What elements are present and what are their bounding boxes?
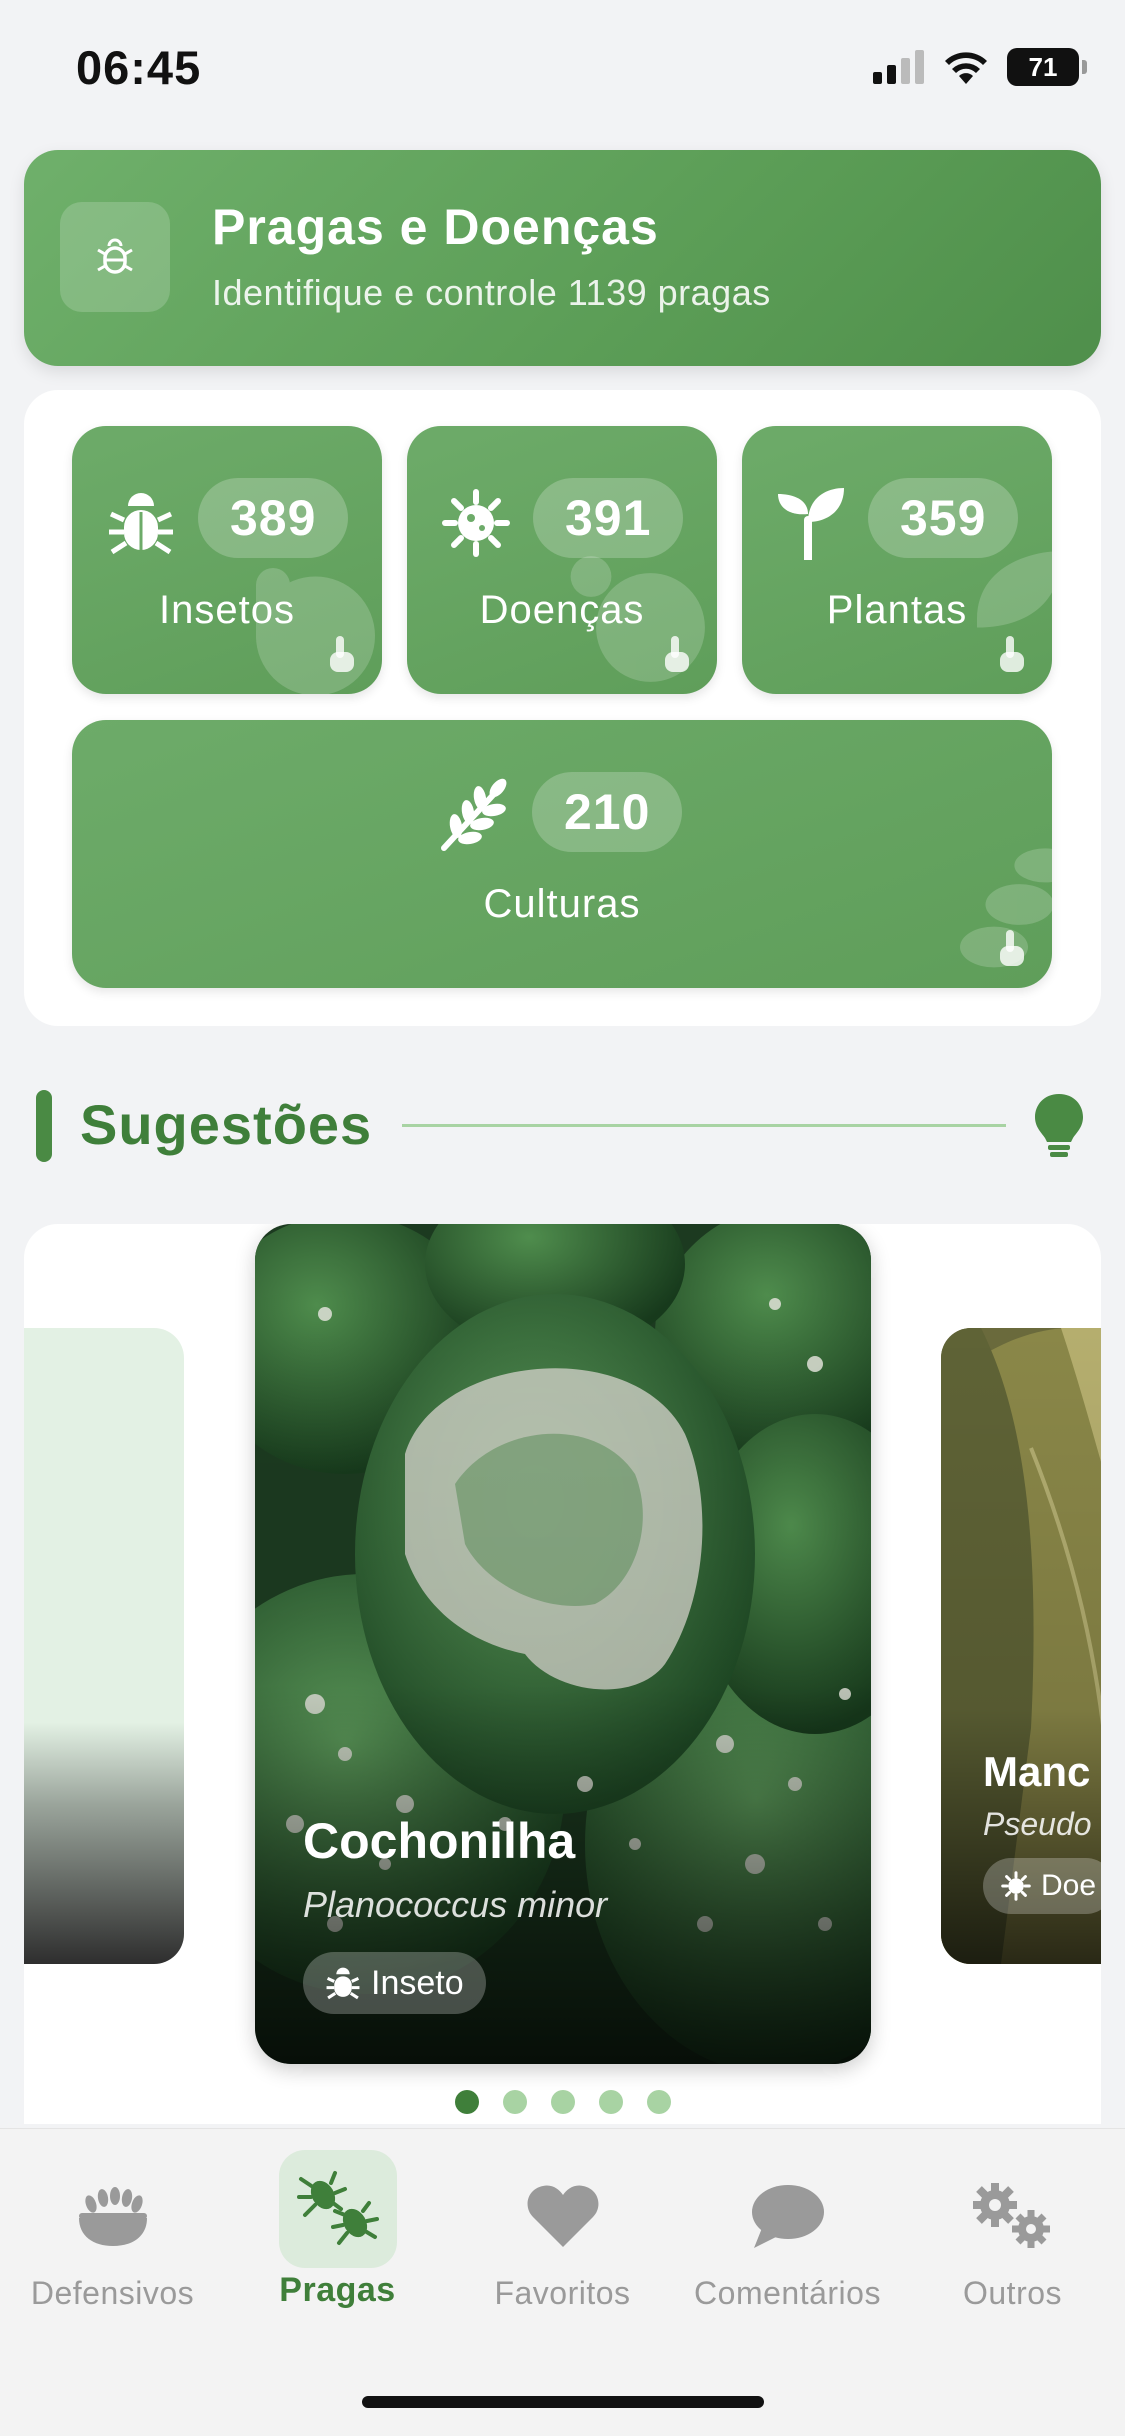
- category-tile-plantas[interactable]: 359 Plantas: [742, 426, 1052, 694]
- suggestions-carousel[interactable]: Cochonilha Planococcus minor Inseto Manc…: [24, 1224, 1101, 2124]
- nav-label: Outros: [962, 2275, 1063, 2311]
- carousel-pagination: [0, 2090, 1125, 2114]
- pagination-dot[interactable]: [454, 2090, 479, 2114]
- suggestion-type-badge: Inseto: [303, 1952, 486, 2014]
- bug-icon: [326, 1967, 360, 2000]
- header-card: Pragas e Doenças Identifique e controle …: [24, 150, 1101, 366]
- suggestion-scientific-name: Pseudo: [983, 1806, 1092, 1842]
- suggestion-name: Cochonilha: [303, 1813, 576, 1869]
- tap-hand-icon: [330, 636, 354, 672]
- nav-label: Comentários: [694, 2275, 881, 2311]
- wheat-icon: [441, 778, 507, 851]
- section-divider: [402, 1124, 1006, 1127]
- lightbulb-icon: [1035, 1094, 1083, 1157]
- category-label: Insetos: [159, 588, 295, 632]
- category-count: 391: [533, 478, 684, 558]
- bottom-navigation: Defensivos Pragas Favoritos Comentários …: [0, 2128, 1125, 2436]
- suggestion-card-next[interactable]: Manc Pseudo Doe: [941, 1328, 1101, 1964]
- bugs-icon: [296, 2171, 379, 2245]
- category-count: 210: [532, 772, 683, 852]
- category-tile-doencas[interactable]: 391 Doenças: [407, 426, 717, 694]
- seeds-bowl-icon: [78, 2187, 147, 2246]
- category-count: 359: [868, 478, 1019, 558]
- tap-hand-icon: [1000, 636, 1024, 672]
- nav-label: Pragas: [279, 2271, 396, 2309]
- nav-item-comentarios[interactable]: Comentários: [675, 2171, 900, 2312]
- bug-icon: [97, 238, 133, 274]
- suggestion-type-label: Doe: [1041, 1869, 1097, 1902]
- tap-hand-icon: [665, 636, 689, 672]
- tap-hand-icon: [1000, 930, 1024, 966]
- suggestion-scientific-name: Planococcus minor: [303, 1884, 608, 1925]
- suggestion-type-badge: Doe: [983, 1858, 1101, 1914]
- category-panel: 389 Insetos 391 Doenças 359 Plantas 210 …: [24, 390, 1101, 1026]
- nav-item-outros[interactable]: Outros: [900, 2171, 1125, 2312]
- pagination-dot[interactable]: [646, 2090, 671, 2114]
- suggestion-card-previous[interactable]: [24, 1328, 184, 1964]
- wifi-icon: [945, 52, 987, 84]
- suggestion-type-label: Inseto: [371, 1963, 464, 2002]
- status-bar: 06:45 71: [0, 0, 1125, 140]
- cellular-signal-icon: [873, 50, 924, 84]
- category-label: Plantas: [826, 588, 968, 632]
- nav-item-favoritos[interactable]: Favoritos: [450, 2171, 675, 2312]
- suggestion-image: [255, 1224, 871, 2064]
- nav-label: Favoritos: [494, 2275, 631, 2311]
- page-subtitle: Identifique e controle 1139 pragas: [212, 272, 771, 313]
- pagination-dot[interactable]: [598, 2090, 623, 2114]
- seedling-icon: [778, 488, 844, 560]
- gears-icon: [972, 2183, 1050, 2248]
- suggestion-name: Manc: [983, 1748, 1091, 1795]
- status-icons: 71: [873, 48, 1087, 86]
- virus-icon: [1001, 1871, 1031, 1901]
- suggestion-card[interactable]: Cochonilha Planococcus minor Inseto: [255, 1224, 871, 2064]
- heart-icon: [527, 2185, 598, 2247]
- status-time: 06:45: [76, 41, 202, 94]
- nav-item-pragas[interactable]: Pragas: [225, 2150, 450, 2310]
- section-title: Sugestões: [80, 1093, 373, 1156]
- header-icon-box: [60, 202, 170, 312]
- category-label: Doenças: [479, 588, 645, 632]
- nav-label: Defensivos: [30, 2275, 195, 2311]
- battery-indicator: 71: [1007, 48, 1087, 86]
- bug-icon: [109, 493, 173, 555]
- page-title: Pragas e Doenças: [212, 199, 659, 255]
- section-accent-bar: [36, 1090, 52, 1162]
- pagination-dot[interactable]: [550, 2090, 575, 2114]
- category-count: 389: [198, 478, 349, 558]
- nav-active-indicator: [278, 2150, 397, 2268]
- comment-icon: [751, 2185, 824, 2248]
- category-tile-culturas[interactable]: 210 Culturas: [72, 720, 1052, 988]
- virus-icon: [442, 489, 510, 557]
- home-indicator[interactable]: [362, 2396, 764, 2408]
- pagination-dot[interactable]: [502, 2090, 527, 2114]
- nav-item-defensivos[interactable]: Defensivos: [0, 2171, 225, 2312]
- category-tile-insetos[interactable]: 389 Insetos: [72, 426, 382, 694]
- category-label: Culturas: [483, 882, 641, 926]
